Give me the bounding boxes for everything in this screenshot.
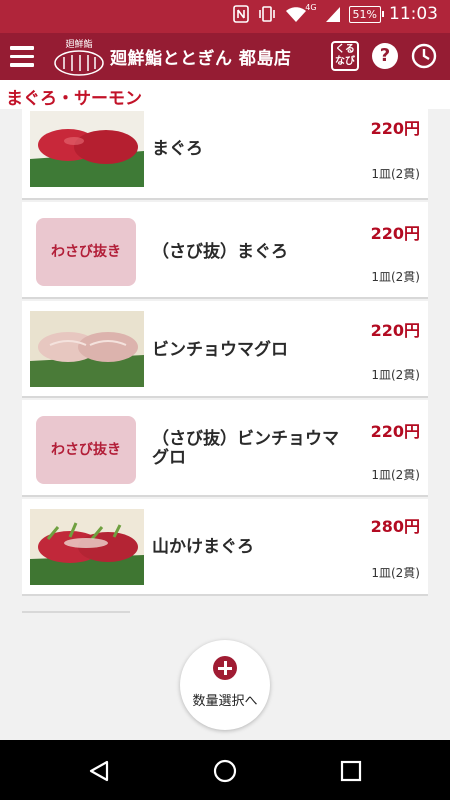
- item-unit: 1皿(2貫): [371, 368, 420, 382]
- signal-icon: [325, 7, 340, 22]
- item-name: 山かけまぐろ: [152, 537, 254, 557]
- item-price: 220円: [370, 119, 420, 138]
- item-unit: 1皿(2貫): [371, 566, 420, 580]
- clock-time: 11:03: [389, 4, 438, 24]
- menu-item-binchou-maguro[interactable]: ビンチョウマグロ 220円 1皿(2貫): [22, 301, 428, 398]
- wasabi-free-badge: わさび抜き: [36, 416, 136, 484]
- kuru-navi-button[interactable]: くるなび: [331, 41, 359, 71]
- nfc-icon: [233, 5, 250, 23]
- next-item-divider: [22, 611, 130, 613]
- menu-item-yamakake-maguro[interactable]: 山かけまぐろ 280円 1皿(2貫): [22, 499, 428, 596]
- status-bar: 4G 51% 11:03: [0, 0, 450, 33]
- home-icon[interactable]: [213, 759, 237, 783]
- back-icon[interactable]: [87, 759, 111, 783]
- kuru-navi-label: くるなび: [335, 44, 355, 67]
- help-icon[interactable]: ?: [372, 43, 398, 69]
- help-label: ?: [379, 45, 391, 66]
- quantity-select-label: 数量選択へ: [192, 694, 258, 709]
- category-title: まぐろ・サーモン: [0, 80, 450, 109]
- item-name: （さび抜）ビンチョウマグロ: [152, 429, 339, 468]
- shop-name: 廻鮮鮨ととぎん 都島店: [110, 49, 292, 69]
- recent-apps-icon[interactable]: [340, 760, 362, 782]
- item-name: （さび抜）まぐろ: [152, 242, 288, 262]
- battery-indicator: 51%: [348, 5, 385, 23]
- quantity-select-button[interactable]: 数量選択へ: [180, 640, 270, 730]
- app-bar: 廻鮮鮨 廻鮮鮨ととぎん 都島店 くるなび ?: [0, 33, 450, 80]
- system-navigation-bar: [0, 740, 450, 800]
- wifi-icon: [286, 7, 307, 22]
- item-price: 220円: [370, 321, 420, 340]
- menu-list: まぐろ 220円 1皿(2貫) わさび抜き （さび抜）まぐろ 220円 1皿(2…: [22, 109, 428, 613]
- menu-item-sabinuki-binchou[interactable]: わさび抜き （さび抜）ビンチョウマグロ 220円 1皿(2貫): [22, 400, 428, 497]
- item-price: 220円: [370, 422, 420, 441]
- binchou-photo: [30, 311, 144, 387]
- item-unit: 1皿(2貫): [371, 167, 420, 181]
- item-unit: 1皿(2貫): [371, 468, 420, 482]
- hamburger-menu-icon[interactable]: [0, 33, 44, 80]
- svg-text:廻鮮鮨: 廻鮮鮨: [65, 38, 92, 50]
- network-type: 4G: [305, 2, 317, 12]
- item-unit: 1皿(2貫): [371, 270, 420, 284]
- maguro-photo: [30, 111, 144, 187]
- vibrate-icon: [259, 6, 276, 22]
- menu-item-sabinuki-maguro[interactable]: わさび抜き （さび抜）まぐろ 220円 1皿(2貫): [22, 202, 428, 299]
- yamakake-photo: [30, 509, 144, 585]
- menu-item-maguro[interactable]: まぐろ 220円 1皿(2貫): [22, 109, 428, 200]
- item-name: ビンチョウマグロ: [152, 340, 288, 360]
- plus-icon: [213, 656, 237, 680]
- item-price: 280円: [370, 517, 420, 536]
- history-clock-icon[interactable]: [411, 43, 437, 69]
- restaurant-logo: 廻鮮鮨: [54, 38, 104, 76]
- item-price: 220円: [370, 224, 420, 243]
- wasabi-free-badge: わさび抜き: [36, 218, 136, 286]
- item-name: まぐろ: [152, 139, 203, 159]
